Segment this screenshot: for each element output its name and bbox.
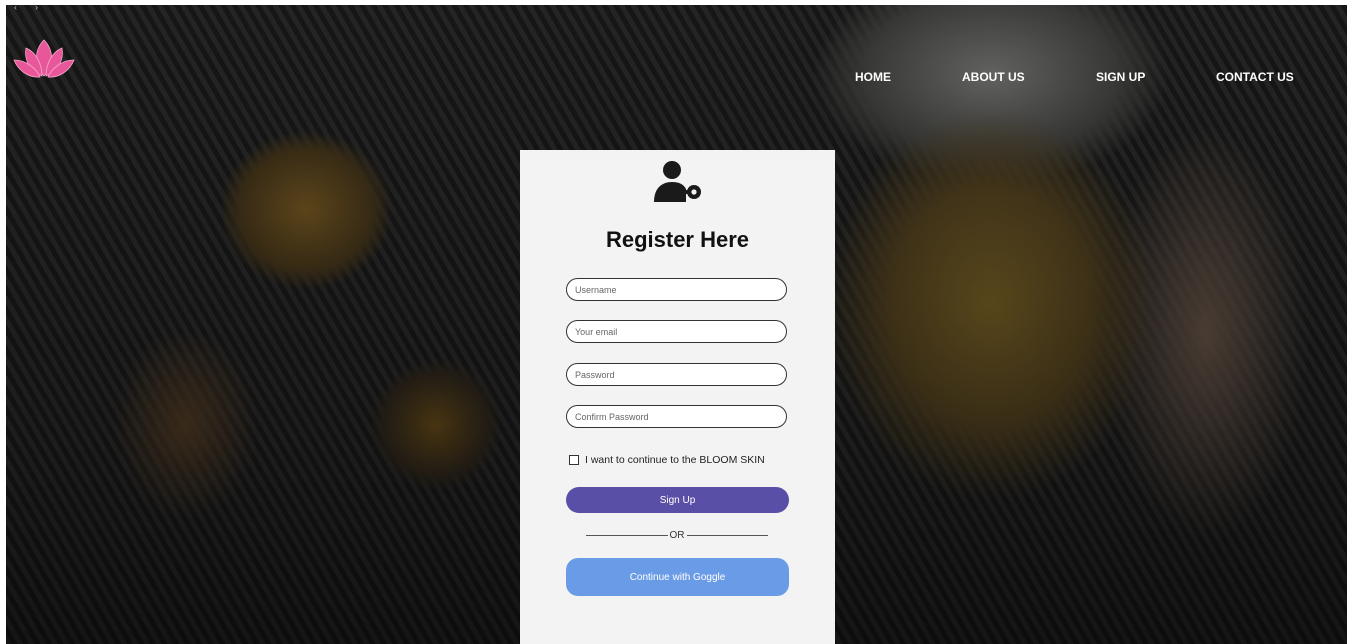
email-input[interactable] <box>566 320 787 343</box>
or-divider-text: OR <box>669 530 685 541</box>
username-input[interactable] <box>566 278 787 301</box>
or-divider-line-left <box>586 535 668 536</box>
sign-up-button[interactable]: Sign Up <box>566 487 789 513</box>
lotus-logo-icon[interactable] <box>12 36 76 80</box>
password-input[interactable] <box>566 363 787 386</box>
nav-about-link[interactable]: ABOUT US <box>962 70 1025 84</box>
nav-signup-link[interactable]: SIGN UP <box>1096 70 1145 84</box>
nav-contact-link[interactable]: CONTACT US <box>1216 70 1294 84</box>
continue-checkbox-row[interactable]: I want to continue to the BLOOM SKIN <box>569 454 765 466</box>
or-divider-line-right <box>686 535 768 536</box>
or-divider: OR <box>586 530 768 541</box>
user-key-icon <box>654 161 701 202</box>
browser-nav-arrows[interactable]: ‹› <box>14 2 56 12</box>
nav-home-link[interactable]: HOME <box>855 70 891 84</box>
confirm-password-input[interactable] <box>566 405 787 428</box>
continue-checkbox[interactable] <box>569 455 579 465</box>
register-title: Register Here <box>605 227 750 252</box>
register-card: Register Here I want to continue to the … <box>520 150 835 644</box>
continue-checkbox-label: I want to continue to the BLOOM SKIN <box>585 454 765 466</box>
continue-with-google-button[interactable]: Continue with Goggle <box>566 558 789 596</box>
